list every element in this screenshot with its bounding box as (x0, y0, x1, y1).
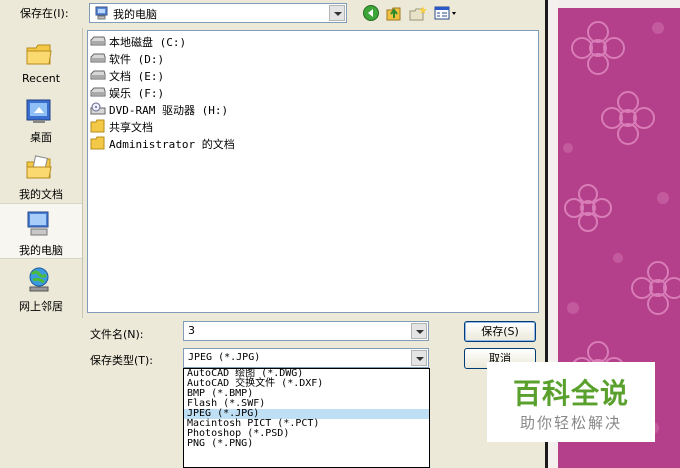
watermark-title: 百科全说 (512, 377, 629, 410)
file-name-text: Administrator 的文档 (109, 138, 235, 151)
file-list[interactable]: 本地磁盘 (C:) 软件 (D:) 文档 (E:) 娱乐 (F:) DVD-RA… (87, 30, 539, 313)
recent-folder-icon (26, 44, 52, 65)
file-name-text: 文档 (E:) (109, 70, 165, 83)
place-recent[interactable]: Recent (0, 34, 82, 90)
place-my-computer-label: 我的电脑 (19, 244, 63, 257)
my-documents-icon (26, 155, 52, 179)
file-name-text: DVD-RAM 驱动器 (H:) (109, 104, 229, 117)
place-desktop-label: 桌面 (30, 131, 52, 144)
file-name-dropdown-button[interactable] (411, 323, 427, 339)
save-button[interactable]: 保存(S) (464, 321, 536, 342)
place-network-label: 网上邻居 (19, 300, 63, 313)
save-type-value: JPEG (*.JPG) (188, 352, 261, 363)
desktop-icon (26, 99, 51, 123)
place-desktop[interactable]: 桌面 (0, 91, 82, 147)
file-name-input[interactable]: 3 (183, 321, 429, 341)
save-in-value: 我的电脑 (113, 8, 157, 21)
place-my-documents[interactable]: 我的文档 (0, 148, 82, 204)
file-name-text: 娱乐 (F:) (109, 87, 165, 100)
new-folder-icon[interactable] (408, 4, 428, 22)
file-name-value: 3 (188, 324, 195, 337)
type-option[interactable]: PNG (*.PNG) (184, 439, 429, 449)
place-my-documents-label: 我的文档 (19, 188, 63, 201)
window-top-strip (558, 0, 680, 8)
save-dialog: 保存在(I): 我的电脑 Recent 桌面 我的文档 我的电脑 网上邻居 本地… (0, 0, 545, 468)
save-in-combo[interactable]: 我的电脑 (89, 3, 347, 23)
save-type-dropdown-list[interactable]: AutoCAD 绘图 (*.DWG) AutoCAD 交换文件 (*.DXF) … (183, 368, 430, 468)
up-folder-icon[interactable] (385, 4, 405, 22)
hard-drive-icon (90, 36, 106, 46)
file-name-text: 共享文档 (109, 121, 153, 134)
view-menu-icon[interactable] (433, 4, 459, 22)
file-name-text: 本地磁盘 (C:) (109, 36, 187, 49)
file-name-label: 文件名(N): (90, 328, 144, 341)
save-type-label: 保存类型(T): (90, 354, 154, 367)
place-network[interactable]: 网上邻居 (0, 260, 82, 316)
hard-drive-icon (90, 87, 106, 97)
hard-drive-icon (90, 53, 106, 63)
places-bar: Recent 桌面 我的文档 我的电脑 网上邻居 (0, 28, 83, 318)
hard-drive-icon (90, 70, 106, 80)
save-type-dropdown-button[interactable] (411, 350, 427, 366)
save-type-select[interactable]: JPEG (*.JPG) (183, 348, 429, 368)
watermark-logo: 百科全说 助你轻松解决 (487, 362, 655, 442)
folder-icon (90, 119, 105, 133)
folder-icon (90, 136, 105, 150)
file-name-text: 软件 (D:) (109, 53, 165, 66)
my-computer-icon (27, 211, 49, 236)
place-recent-label: Recent (21, 72, 61, 85)
watermark-subtitle: 助你轻松解决 (519, 414, 622, 432)
back-icon[interactable] (362, 4, 382, 22)
save-in-label: 保存在(I): (20, 7, 69, 20)
dvd-drive-icon (90, 102, 106, 115)
my-computer-icon (95, 6, 108, 20)
save-in-dropdown-button[interactable] (329, 5, 345, 21)
place-my-computer[interactable]: 我的电脑 (0, 203, 82, 259)
network-places-icon (29, 267, 49, 292)
